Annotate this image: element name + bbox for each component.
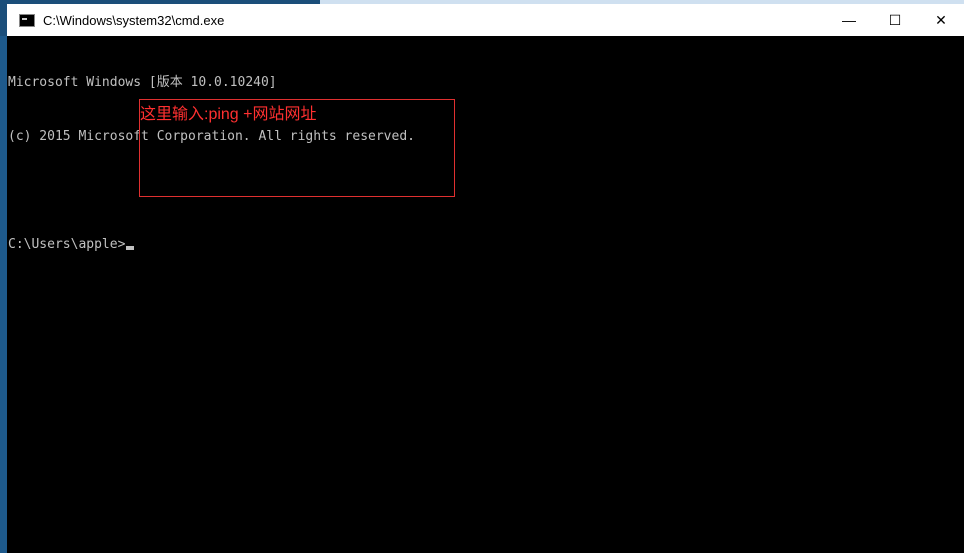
prompt-line[interactable]: C:\Users\apple> <box>8 236 964 254</box>
console-line: Microsoft Windows [版本 10.0.10240] <box>8 75 277 90</box>
maximize-button[interactable]: ☐ <box>872 4 918 36</box>
prompt: C:\Users\apple> <box>8 237 126 252</box>
background-window-edge <box>0 36 7 553</box>
cmd-window: C:\Windows\system32\cmd.exe — ☐ ✕ Micros… <box>7 4 964 553</box>
cmd-icon[interactable] <box>19 13 35 27</box>
console-output[interactable]: Microsoft Windows [版本 10.0.10240] (c) 20… <box>7 36 964 553</box>
annotation-text: 这里输入:ping +网站网址 <box>140 106 317 123</box>
title-bar[interactable]: C:\Windows\system32\cmd.exe — ☐ ✕ <box>7 4 964 36</box>
window-title: C:\Windows\system32\cmd.exe <box>43 12 225 28</box>
minimize-button[interactable]: — <box>826 4 872 36</box>
annotation-box: 这里输入:ping +网站网址 <box>139 99 455 197</box>
close-button[interactable]: ✕ <box>918 4 964 36</box>
window-controls: — ☐ ✕ <box>826 4 964 36</box>
text-cursor <box>126 246 135 250</box>
